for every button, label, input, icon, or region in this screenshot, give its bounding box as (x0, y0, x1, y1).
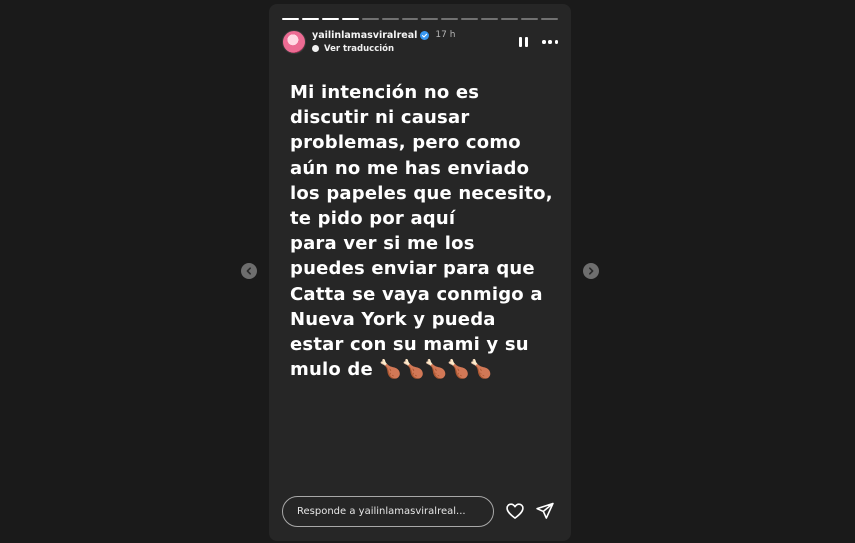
post-time: 17 h (435, 30, 456, 41)
reply-bar (282, 495, 558, 527)
reply-input[interactable] (282, 495, 494, 527)
progress-segment (441, 18, 459, 20)
progress-segment (282, 18, 299, 20)
chevron-left-icon (246, 267, 251, 275)
more-options-button[interactable] (542, 35, 558, 49)
progress-segment (540, 18, 558, 20)
story-header: yailinlamasviralreal 17 h Ver traducción (282, 27, 558, 57)
progress-segment (321, 18, 339, 20)
avatar[interactable] (282, 30, 306, 54)
pause-icon (518, 37, 522, 47)
previous-story-button[interactable] (241, 263, 257, 279)
verified-icon (420, 31, 430, 41)
story-card[interactable]: yailinlamasviralreal 17 h Ver traducción (269, 4, 571, 541)
progress-segment (301, 18, 319, 20)
translate-label: Ver traducción (324, 43, 395, 54)
heart-icon[interactable] (505, 501, 525, 521)
progress-segment (481, 18, 499, 20)
more-options-icon (542, 40, 546, 44)
progress-segment (361, 18, 379, 20)
story-meta: yailinlamasviralreal 17 h Ver traducción (312, 31, 455, 53)
progress-segment (461, 18, 479, 20)
globe-icon (312, 45, 319, 53)
send-icon[interactable] (535, 501, 555, 521)
story-text: Mi intención no es discutir ni causar pr… (290, 82, 553, 381)
progress-segment (341, 18, 359, 20)
next-story-button[interactable] (583, 263, 599, 279)
progress-bar (282, 18, 558, 20)
progress-segment (381, 18, 399, 20)
story-viewer: yailinlamasviralreal 17 h Ver traducción (0, 0, 855, 543)
username[interactable]: yailinlamasviralreal (312, 31, 417, 41)
translate-link[interactable]: Ver traducción (312, 43, 455, 54)
chevron-right-icon (589, 267, 594, 275)
progress-segment (401, 18, 419, 20)
pause-button[interactable] (516, 35, 530, 49)
progress-segment (521, 18, 538, 20)
progress-segment (501, 18, 519, 20)
progress-segment (421, 18, 439, 20)
